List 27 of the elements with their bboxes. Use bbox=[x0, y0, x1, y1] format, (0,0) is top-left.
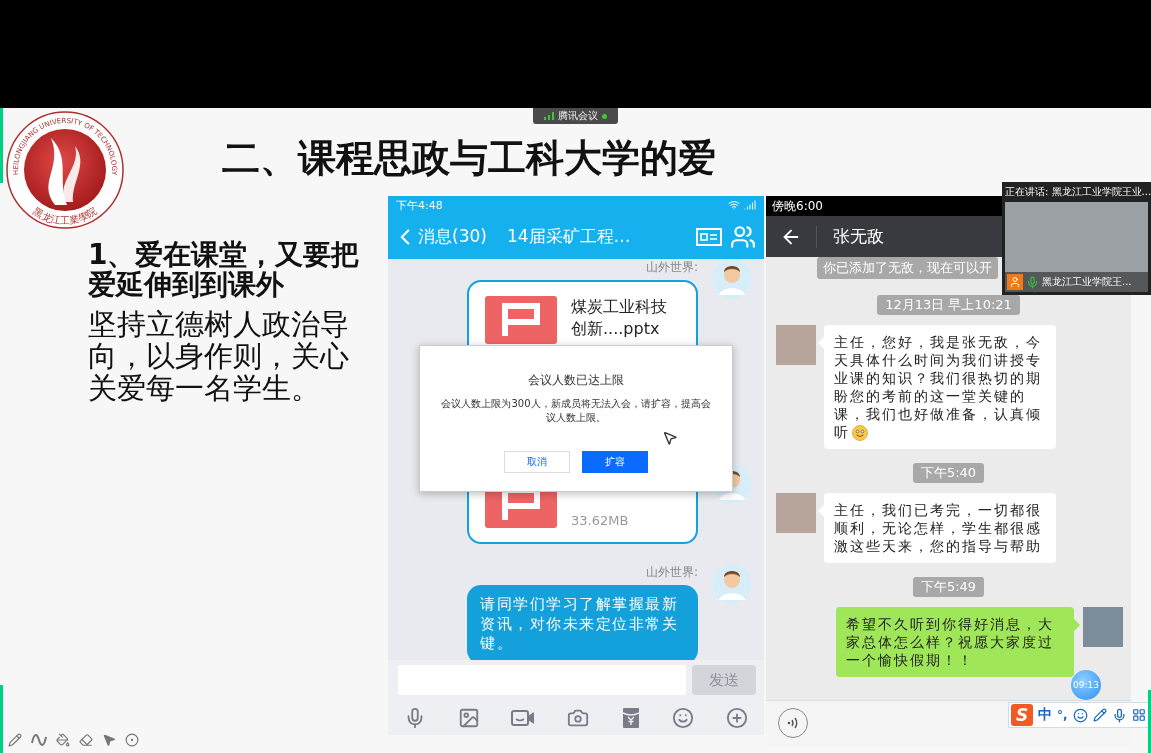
chat-title: 14届采矿工程… bbox=[506, 225, 632, 248]
meeting-name: 腾讯会议 bbox=[558, 109, 598, 123]
file-size: 33.62MB bbox=[571, 513, 629, 528]
timestamp: 12月13日 早上10:21 bbox=[877, 295, 1020, 315]
message-text: 主任，您好，我是张无敌，今天具体什么时间为我们讲授专业课的知识？我们很热切的期盼您的考前的这一堂关键的课，我们也好做准备，认真倾听 bbox=[834, 334, 1042, 440]
dialog-message: 会议人数上限为300人，新成员将无法入会，请扩容，提高会议人数上限。 bbox=[441, 397, 711, 425]
ime-logo: S bbox=[1011, 704, 1033, 726]
status-time: 下午4:48 bbox=[396, 197, 443, 213]
slide-title: 二、课程思政与工科大学的爱 bbox=[222, 138, 716, 180]
timestamp: 下午5:40 bbox=[912, 463, 985, 483]
sender-name: 山外世界: bbox=[645, 564, 698, 581]
sender-name: 山外世界: bbox=[645, 259, 698, 276]
system-notice: 你已添加了无敌，现在可以开 bbox=[817, 257, 998, 279]
status-time: 傍晚6:00 bbox=[772, 197, 823, 215]
logo-text: 黑龙江工業學院 bbox=[31, 205, 99, 227]
timestamp: 下午5:49 bbox=[912, 577, 985, 597]
message-text: 希望不久听到你得好消息，大家总体怎么样？祝愿大家度过一个愉快假期！！ bbox=[846, 616, 1054, 668]
speaking-label: 正在讲话: 黑龙江工业学院王业... bbox=[1004, 185, 1151, 199]
message-text: 主任，我们已考完，一切都很顺利，无论怎样，学生都很感激这些天来，您的指导与帮助 bbox=[834, 502, 1042, 554]
file-name: 煤炭工业科技创新....pptx bbox=[571, 296, 668, 340]
time-badge: 09:13 bbox=[1071, 670, 1101, 700]
slide-body-text: 坚持立德树人政治导向，以身作则，关心关爱每一名学生。 bbox=[88, 308, 350, 404]
chat-title: 张无敌 bbox=[833, 225, 884, 248]
slide-heading: 1、爱在课堂，又要把爱延伸到到课外 bbox=[88, 240, 361, 300]
participant-name: 黑龙江工业学院王... bbox=[1042, 275, 1132, 289]
dialog-title: 会议人数已达上限 bbox=[528, 372, 624, 389]
message-bubble: 请同学们学习了解掌握最新资讯，对你未来定位非常关键。 bbox=[467, 585, 698, 660]
